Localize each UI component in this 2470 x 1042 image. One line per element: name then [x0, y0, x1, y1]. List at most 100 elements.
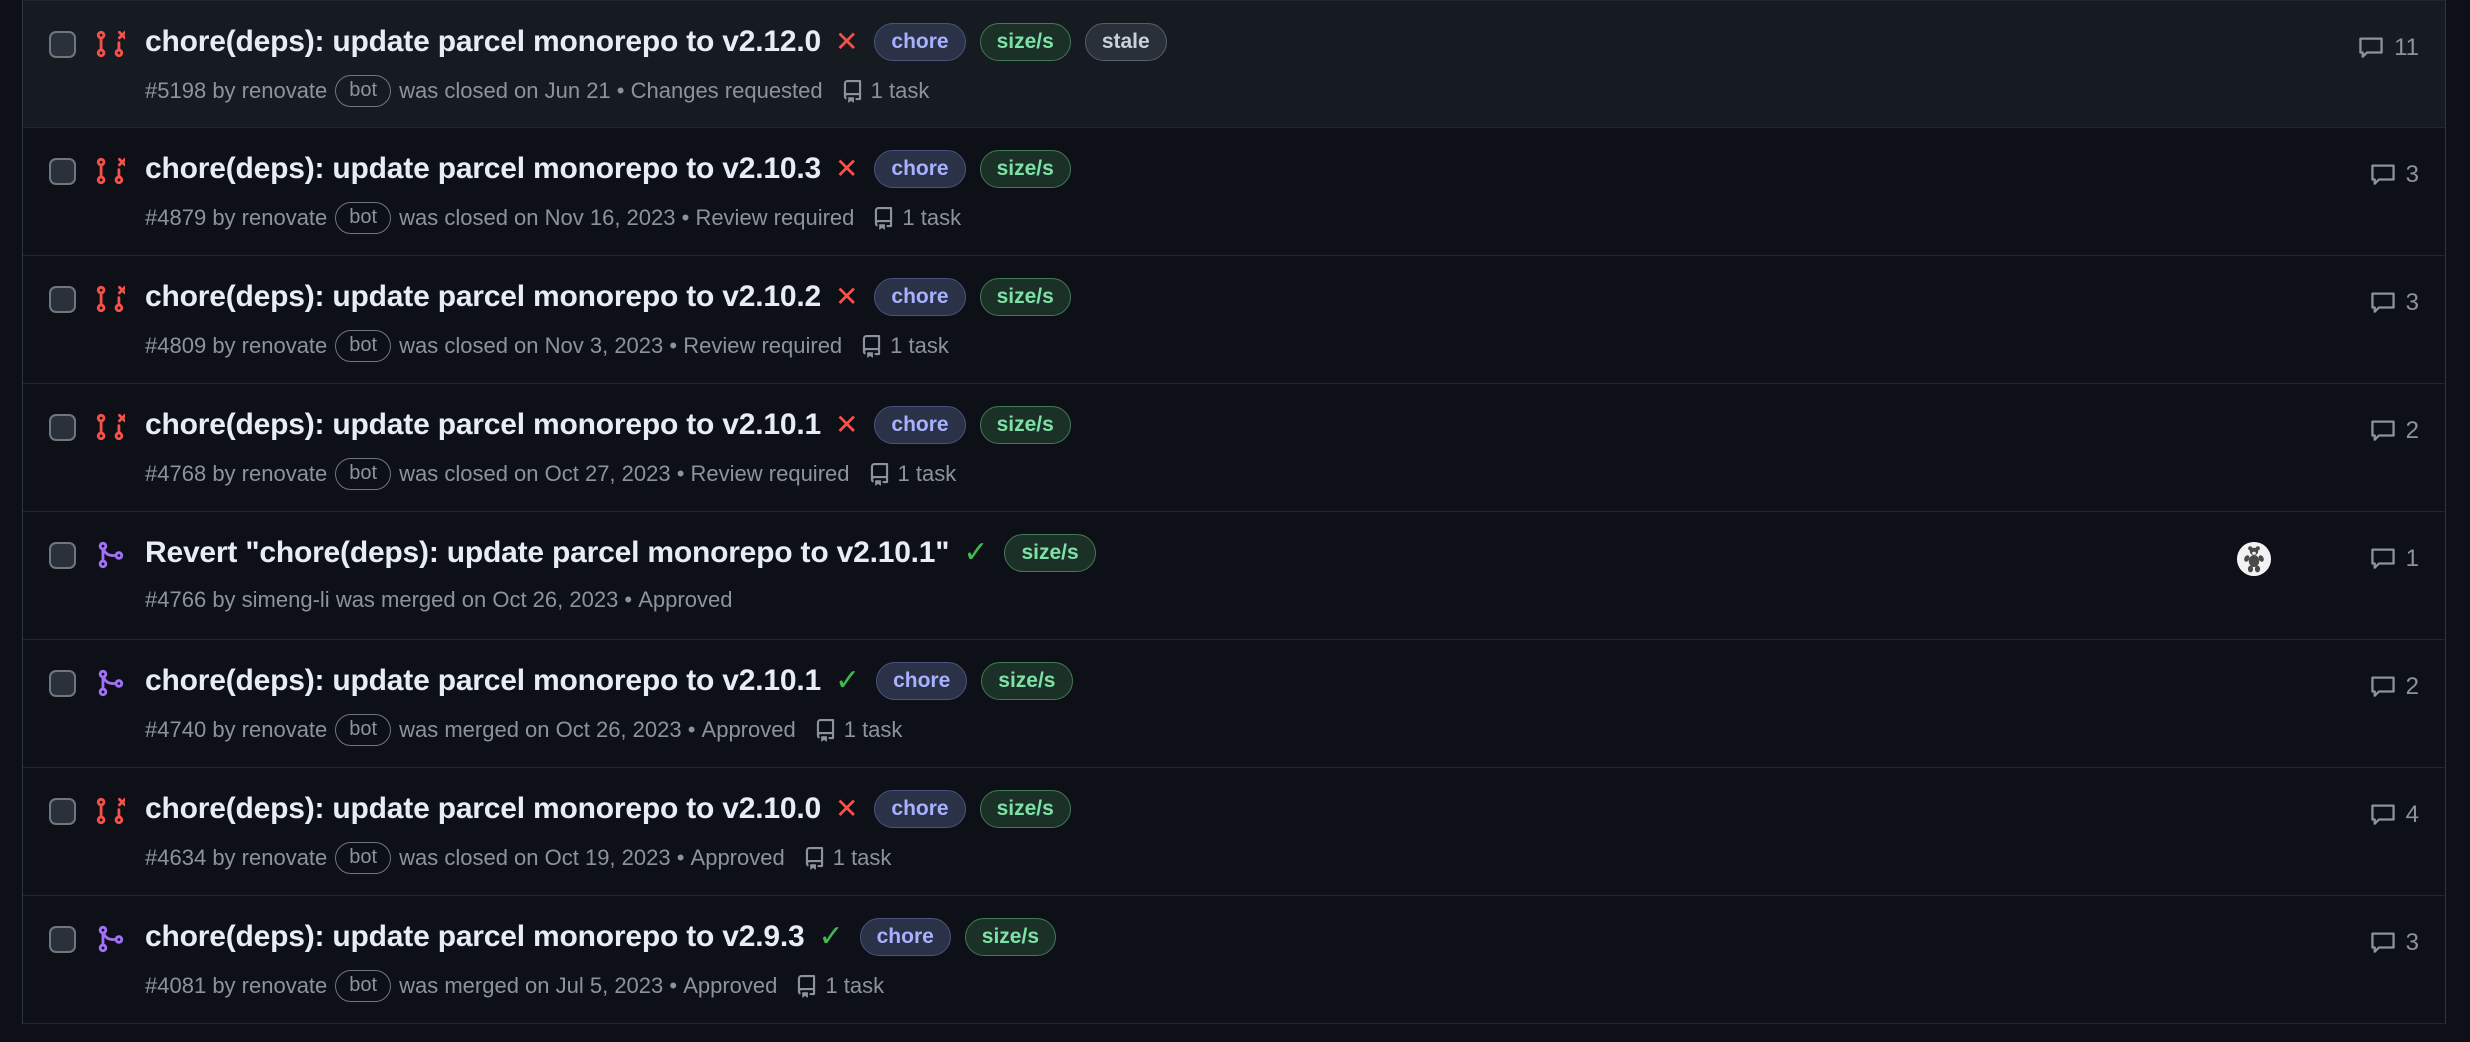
check-icon: ✓ — [818, 920, 844, 954]
comment-count-label: 2 — [2405, 673, 2419, 701]
comment-count-label: 3 — [2405, 929, 2419, 957]
meta-separator: • — [663, 973, 684, 999]
bot-badge: bot — [335, 842, 392, 875]
label-chip[interactable]: chore — [874, 406, 966, 445]
pull-request-number: #4768 — [145, 461, 207, 487]
x-icon: ✕ — [834, 281, 859, 313]
comment-count-link[interactable]: 3 — [2341, 929, 2419, 957]
meta-separator: • — [610, 77, 631, 103]
comment-count-label: 11 — [2394, 34, 2419, 61]
label-chip[interactable]: chore — [874, 278, 966, 317]
row-right-column: 11 — [2119, 23, 2419, 65]
pull-request-title-link[interactable]: chore(deps): update parcel monorepo to v… — [145, 279, 821, 315]
title-line: chore(deps): update parcel monorepo to v… — [145, 918, 2119, 957]
pull-request-row[interactable]: chore(deps): update parcel monorepo to v… — [23, 640, 2445, 769]
select-pull-request-checkbox[interactable] — [49, 926, 76, 954]
pull-request-author[interactable]: by renovate — [212, 204, 327, 233]
pull-request-author[interactable]: by renovate — [212, 77, 327, 106]
pull-request-title-link[interactable]: chore(deps): update parcel monorepo to v… — [145, 791, 821, 827]
select-pull-request-checkbox[interactable] — [49, 670, 76, 698]
select-pull-request-checkbox[interactable] — [49, 414, 76, 442]
pull-request-title-link[interactable]: chore(deps): update parcel monorepo to v… — [145, 151, 821, 187]
pull-request-author[interactable]: by simeng-li — [212, 586, 329, 615]
pull-request-list: chore(deps): update parcel monorepo to v… — [22, 0, 2446, 1025]
task-count-label: 1 task — [832, 845, 892, 871]
pull-request-row[interactable]: chore(deps): update parcel monorepo to v… — [23, 384, 2445, 513]
label-chip[interactable]: chore — [859, 918, 951, 957]
label-chip[interactable]: size/s — [979, 790, 1071, 829]
label-chip[interactable]: stale — [1084, 23, 1167, 62]
pull-request-meta: #4768 by renovate bot was closed on Oct 27… — [145, 458, 2119, 491]
pull-request-title-link[interactable]: chore(deps): update parcel monorepo to v… — [145, 663, 821, 699]
label-chip[interactable]: size/s — [979, 406, 1071, 445]
tasklist-icon — [872, 206, 895, 230]
pull-request-action-time: was closed on Oct 27, 2023 — [399, 461, 671, 487]
pull-request-row[interactable]: chore(deps): update parcel monorepo to v… — [23, 896, 2445, 1025]
pull-request-main: chore(deps): update parcel monorepo to v… — [141, 662, 2119, 747]
label-chip[interactable]: chore — [874, 150, 966, 189]
pull-request-main: chore(deps): update parcel monorepo to v… — [141, 150, 2119, 235]
pull-request-closed-icon — [95, 278, 141, 314]
pull-request-main: chore(deps): update parcel monorepo to v… — [141, 790, 2119, 875]
x-icon: ✕ — [834, 26, 859, 58]
label-chip[interactable]: size/s — [981, 662, 1073, 701]
comment-icon — [2370, 802, 2396, 828]
pull-request-main: chore(deps): update parcel monorepo to v… — [141, 23, 2119, 108]
pull-request-number: #5198 — [145, 77, 207, 103]
label-chip[interactable]: chore — [876, 662, 968, 701]
tasklist-icon — [795, 974, 818, 998]
comment-count-link[interactable]: 3 — [2341, 161, 2419, 189]
x-icon: ✕ — [834, 153, 859, 185]
bot-badge: bot — [335, 330, 392, 363]
pull-request-row[interactable]: chore(deps): update parcel monorepo to v… — [23, 256, 2445, 385]
pull-request-closed-icon — [95, 23, 141, 59]
pull-request-author[interactable]: by renovate — [212, 332, 327, 361]
select-pull-request-checkbox[interactable] — [49, 286, 76, 314]
label-chip[interactable]: size/s — [979, 23, 1071, 62]
title-line: Revert "chore(deps): update parcel monor… — [145, 534, 2119, 573]
pull-request-row[interactable]: chore(deps): update parcel monorepo to v… — [23, 128, 2445, 257]
select-pull-request-checkbox[interactable] — [49, 158, 76, 186]
pull-request-title-link[interactable]: chore(deps): update parcel monorepo to v… — [145, 24, 821, 60]
comment-count-link[interactable]: 11 — [2341, 34, 2419, 62]
select-pull-request-checkbox[interactable] — [49, 542, 76, 570]
pull-request-author[interactable]: by renovate — [212, 460, 327, 489]
comment-count-link[interactable]: 1 — [2341, 545, 2419, 573]
label-chip[interactable]: chore — [874, 23, 966, 62]
meta-separator: • — [675, 205, 696, 231]
comment-icon — [2370, 290, 2396, 316]
title-line: chore(deps): update parcel monorepo to v… — [145, 406, 2119, 445]
check-icon: ✓ — [963, 536, 989, 570]
pull-request-title-link[interactable]: chore(deps): update parcel monorepo to v… — [145, 919, 805, 955]
label-chip[interactable]: chore — [874, 790, 966, 829]
pull-request-row[interactable]: chore(deps): update parcel monorepo to v… — [23, 0, 2445, 129]
row-checkbox-cell — [49, 278, 95, 314]
tasklist-icon — [860, 334, 883, 358]
label-chip[interactable]: size/s — [964, 918, 1057, 957]
label-chip[interactable]: size/s — [979, 278, 1071, 317]
select-pull-request-checkbox[interactable] — [49, 31, 76, 58]
pull-request-action-time: was merged on Oct 26, 2023 — [399, 717, 682, 743]
comment-count-link[interactable]: 2 — [2341, 417, 2419, 445]
label-chip[interactable]: size/s — [979, 150, 1071, 189]
row-right-column: 4 — [2119, 790, 2419, 832]
title-line: chore(deps): update parcel monorepo to v… — [145, 278, 2119, 317]
task-count: 1 task — [868, 460, 956, 489]
comment-count-link[interactable]: 4 — [2341, 801, 2419, 829]
comment-count-link[interactable]: 2 — [2341, 673, 2419, 701]
pull-request-row[interactable]: chore(deps): update parcel monorepo to v… — [23, 768, 2445, 897]
pull-request-title-link[interactable]: chore(deps): update parcel monorepo to v… — [145, 407, 821, 443]
comment-count-link[interactable]: 3 — [2341, 289, 2419, 317]
pull-request-author[interactable]: by renovate — [212, 716, 327, 745]
review-status: Approved — [701, 717, 796, 743]
pull-request-author[interactable]: by renovate — [212, 972, 327, 1001]
pull-request-meta: #4740 by renovate bot was merged on Oct 26… — [145, 714, 2119, 747]
select-pull-request-checkbox[interactable] — [49, 798, 76, 826]
pull-request-title-link[interactable]: Revert "chore(deps): update parcel monor… — [145, 535, 950, 571]
pull-request-row[interactable]: Revert "chore(deps): update parcel monor… — [23, 512, 2445, 641]
label-chip[interactable]: size/s — [1004, 534, 1096, 573]
pull-request-meta: #4809 by renovate bot was closed on Nov 3,… — [145, 330, 2119, 363]
pull-request-author[interactable]: by renovate — [212, 844, 327, 873]
avatar[interactable] — [2237, 542, 2271, 577]
pull-request-number: #4634 — [145, 845, 207, 871]
